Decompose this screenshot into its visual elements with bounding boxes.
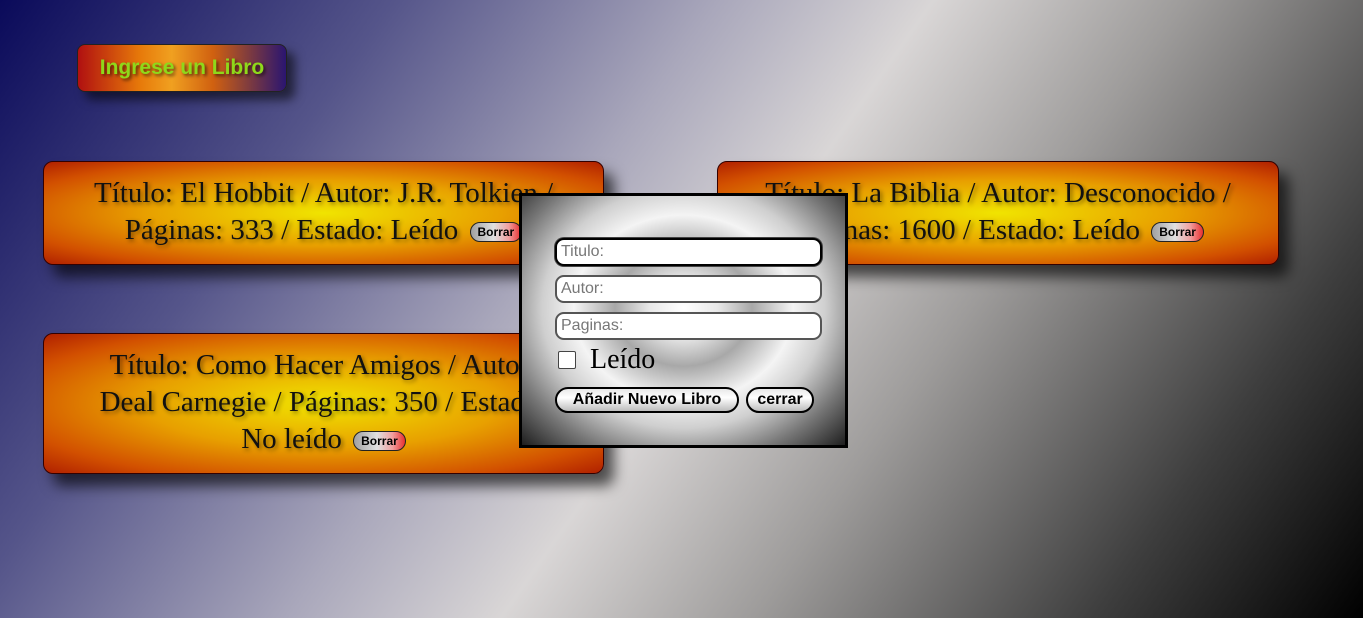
add-book-button[interactable]: Ingrese un Libro	[77, 44, 287, 92]
book-info: Páginas: 333 / Estado: Leído	[124, 214, 459, 246]
book-info: Deal Carnegie / Páginas: 350 / Estado:	[99, 386, 548, 418]
add-book-modal: Leído Añadir Nuevo Libro cerrar	[519, 193, 848, 448]
read-row: Leído	[558, 344, 655, 376]
author-input[interactable]	[555, 275, 822, 303]
delete-book-button[interactable]: Borrar	[1151, 222, 1204, 243]
add-new-book-button[interactable]: Añadir Nuevo Libro	[555, 387, 739, 413]
delete-book-button[interactable]: Borrar	[353, 431, 406, 452]
read-checkbox[interactable]	[558, 351, 576, 369]
pages-input[interactable]	[555, 312, 822, 340]
book-info: Título: Como Hacer Amigos / Autor:	[109, 349, 538, 381]
delete-book-button[interactable]: Borrar	[469, 222, 523, 243]
book-info: Título: El Hobbit / Autor: J.R. Tolkien …	[93, 177, 554, 209]
title-input[interactable]	[555, 238, 822, 266]
read-label: Leído	[590, 344, 656, 375]
book-info: No leído	[241, 423, 342, 455]
close-button[interactable]: cerrar	[746, 387, 814, 413]
